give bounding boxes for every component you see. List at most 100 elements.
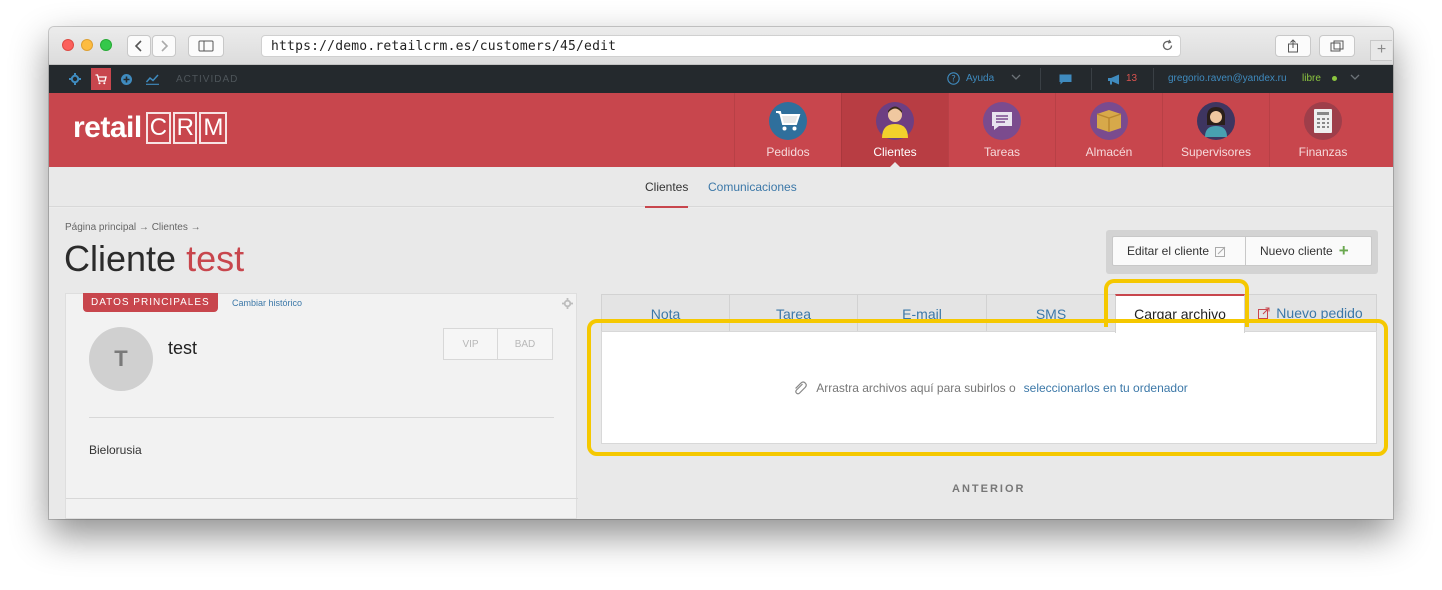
tab-cargar-archivo[interactable]: Cargar archivo xyxy=(1115,294,1245,333)
nuevo-pedido-label: Nuevo pedido xyxy=(1276,305,1363,321)
chevron-right-icon xyxy=(161,40,169,52)
back-button[interactable] xyxy=(127,35,151,57)
page-title-prefix: Cliente xyxy=(64,238,177,279)
cart-icon[interactable] xyxy=(91,68,111,90)
sub-navigation: Clientes Comunicaciones xyxy=(49,167,1393,208)
main-header: retail C R M Pedidos Clientes Tareas Alm… xyxy=(49,93,1393,168)
finance-icon xyxy=(1304,102,1342,140)
url-text: https://demo.retailcrm.es/customers/45/e… xyxy=(271,39,617,54)
user-email[interactable]: gregorio.raven@yandex.ru xyxy=(1168,73,1287,84)
nav-label: Tareas xyxy=(983,145,1021,159)
section-badge: DATOS PRINCIPALES xyxy=(83,293,218,312)
drop-message: Arrastra archivos aquí para subirlos o s… xyxy=(602,380,1378,396)
person-icon xyxy=(876,102,914,140)
page-title: Cliente test xyxy=(64,238,244,280)
previous-section-label[interactable]: ANTERIOR xyxy=(952,483,1025,495)
action-tabs: Nota Tarea E-mail SMS Cargar archivo Nue… xyxy=(601,294,1377,333)
client-name: test xyxy=(168,338,198,358)
file-drop-zone[interactable]: Arrastra archivos aquí para subirlos o s… xyxy=(601,331,1377,444)
retailcrm-logo[interactable]: retail C R M xyxy=(73,111,227,145)
vip-toggle[interactable]: VIP xyxy=(443,328,498,360)
divider xyxy=(66,498,578,499)
new-client-button[interactable]: Nuevo cliente + xyxy=(1246,236,1372,266)
tab-clientes[interactable]: Clientes xyxy=(645,180,689,208)
avatar: T xyxy=(89,327,153,391)
task-list-icon xyxy=(983,102,1021,140)
select-files-link[interactable]: seleccionarlos en tu ordenador xyxy=(1024,381,1188,395)
top-utility-bar: ACTIVIDAD ? Ayuda 13 gregorio.raven@yand… xyxy=(49,65,1393,93)
nav-label: Pedidos xyxy=(766,145,810,159)
nav-tareas[interactable]: Tareas xyxy=(948,93,1055,167)
nav-label: Almacén xyxy=(1085,145,1133,159)
tabs-icon xyxy=(1330,40,1344,52)
client-info-card: DATOS PRINCIPALES Cambiar histórico T te… xyxy=(65,293,578,519)
notification-count[interactable]: 13 xyxy=(1126,73,1137,84)
chevron-left-icon xyxy=(134,40,142,52)
megaphone-icon[interactable] xyxy=(1106,71,1122,87)
client-country: Bielorusia xyxy=(89,443,142,457)
divider xyxy=(89,417,554,418)
tab-tarea[interactable]: Tarea xyxy=(729,294,858,332)
page-title-name: test xyxy=(186,238,245,279)
sidebar-toggle-button[interactable] xyxy=(188,35,224,57)
new-client-label: Nuevo cliente xyxy=(1260,244,1333,258)
help-menu[interactable]: ? Ayuda xyxy=(947,72,994,85)
activity-label[interactable]: ACTIVIDAD xyxy=(176,74,238,85)
address-bar[interactable]: https://demo.retailcrm.es/customers/45/e… xyxy=(261,35,1181,57)
tab-nuevo-pedido[interactable]: Nuevo pedido xyxy=(1244,294,1377,332)
nav-label: Clientes xyxy=(873,145,917,159)
nav-label: Finanzas xyxy=(1298,145,1348,159)
chat-icon[interactable] xyxy=(1058,71,1072,87)
divider xyxy=(1091,68,1092,90)
logo-crm-mark: C R M xyxy=(145,112,227,144)
nav-almacen[interactable]: Almacén xyxy=(1055,93,1162,167)
status-dot xyxy=(1332,76,1337,81)
question-circle-icon: ? xyxy=(947,72,960,85)
user-status[interactable]: libre xyxy=(1302,73,1321,84)
drop-text: Arrastra archivos aquí para subirlos o xyxy=(816,381,1016,395)
activity-chart-icon[interactable] xyxy=(145,71,159,87)
share-icon xyxy=(1288,39,1298,53)
browser-toolbar: https://demo.retailcrm.es/customers/45/e… xyxy=(49,27,1393,65)
svg-text:?: ? xyxy=(951,75,956,85)
change-history-link[interactable]: Cambiar histórico xyxy=(232,298,302,308)
box-icon xyxy=(1090,102,1128,140)
tab-sms[interactable]: SMS xyxy=(986,294,1116,332)
minimize-window-button[interactable] xyxy=(81,39,93,51)
nav-finanzas[interactable]: Finanzas xyxy=(1269,93,1376,167)
tabs-overview-button[interactable] xyxy=(1319,35,1355,57)
nav-clientes[interactable]: Clientes xyxy=(841,93,948,168)
logo-letter: M xyxy=(199,112,227,144)
supervisor-icon xyxy=(1197,102,1235,140)
logo-text: retail xyxy=(73,111,142,144)
reload-icon[interactable] xyxy=(1161,39,1174,57)
bad-toggle[interactable]: BAD xyxy=(498,328,553,360)
nav-supervisores[interactable]: Supervisores xyxy=(1162,93,1269,167)
share-button[interactable] xyxy=(1275,35,1311,57)
logo-letter: C xyxy=(145,112,171,144)
settings-gear-icon[interactable] xyxy=(68,71,82,87)
close-window-button[interactable] xyxy=(62,39,74,51)
tab-nota[interactable]: Nota xyxy=(601,294,730,332)
cart-icon xyxy=(769,102,807,140)
divider xyxy=(1040,68,1041,90)
help-label: Ayuda xyxy=(966,73,995,84)
logo-letter: R xyxy=(172,112,198,144)
chevron-down-icon[interactable] xyxy=(1011,73,1021,84)
plus-icon: + xyxy=(1338,241,1349,260)
external-link-icon xyxy=(1258,307,1270,319)
client-tags: VIP BAD xyxy=(443,328,553,360)
tab-email[interactable]: E-mail xyxy=(857,294,987,332)
nav-label: Supervisores xyxy=(1180,145,1252,159)
new-tab-button[interactable]: + xyxy=(1370,40,1392,61)
breadcrumb[interactable]: Página principal → Clientes → xyxy=(65,222,201,233)
add-circle-icon[interactable] xyxy=(119,71,133,87)
forward-button[interactable] xyxy=(152,35,176,57)
paperclip-icon xyxy=(795,381,808,395)
edit-client-button[interactable]: Editar el cliente xyxy=(1112,236,1246,266)
maximize-window-button[interactable] xyxy=(100,39,112,51)
chevron-down-icon[interactable] xyxy=(1350,73,1360,84)
tab-comunicaciones[interactable]: Comunicaciones xyxy=(708,180,797,194)
nav-pedidos[interactable]: Pedidos xyxy=(734,93,841,167)
gear-icon[interactable] xyxy=(562,296,573,314)
